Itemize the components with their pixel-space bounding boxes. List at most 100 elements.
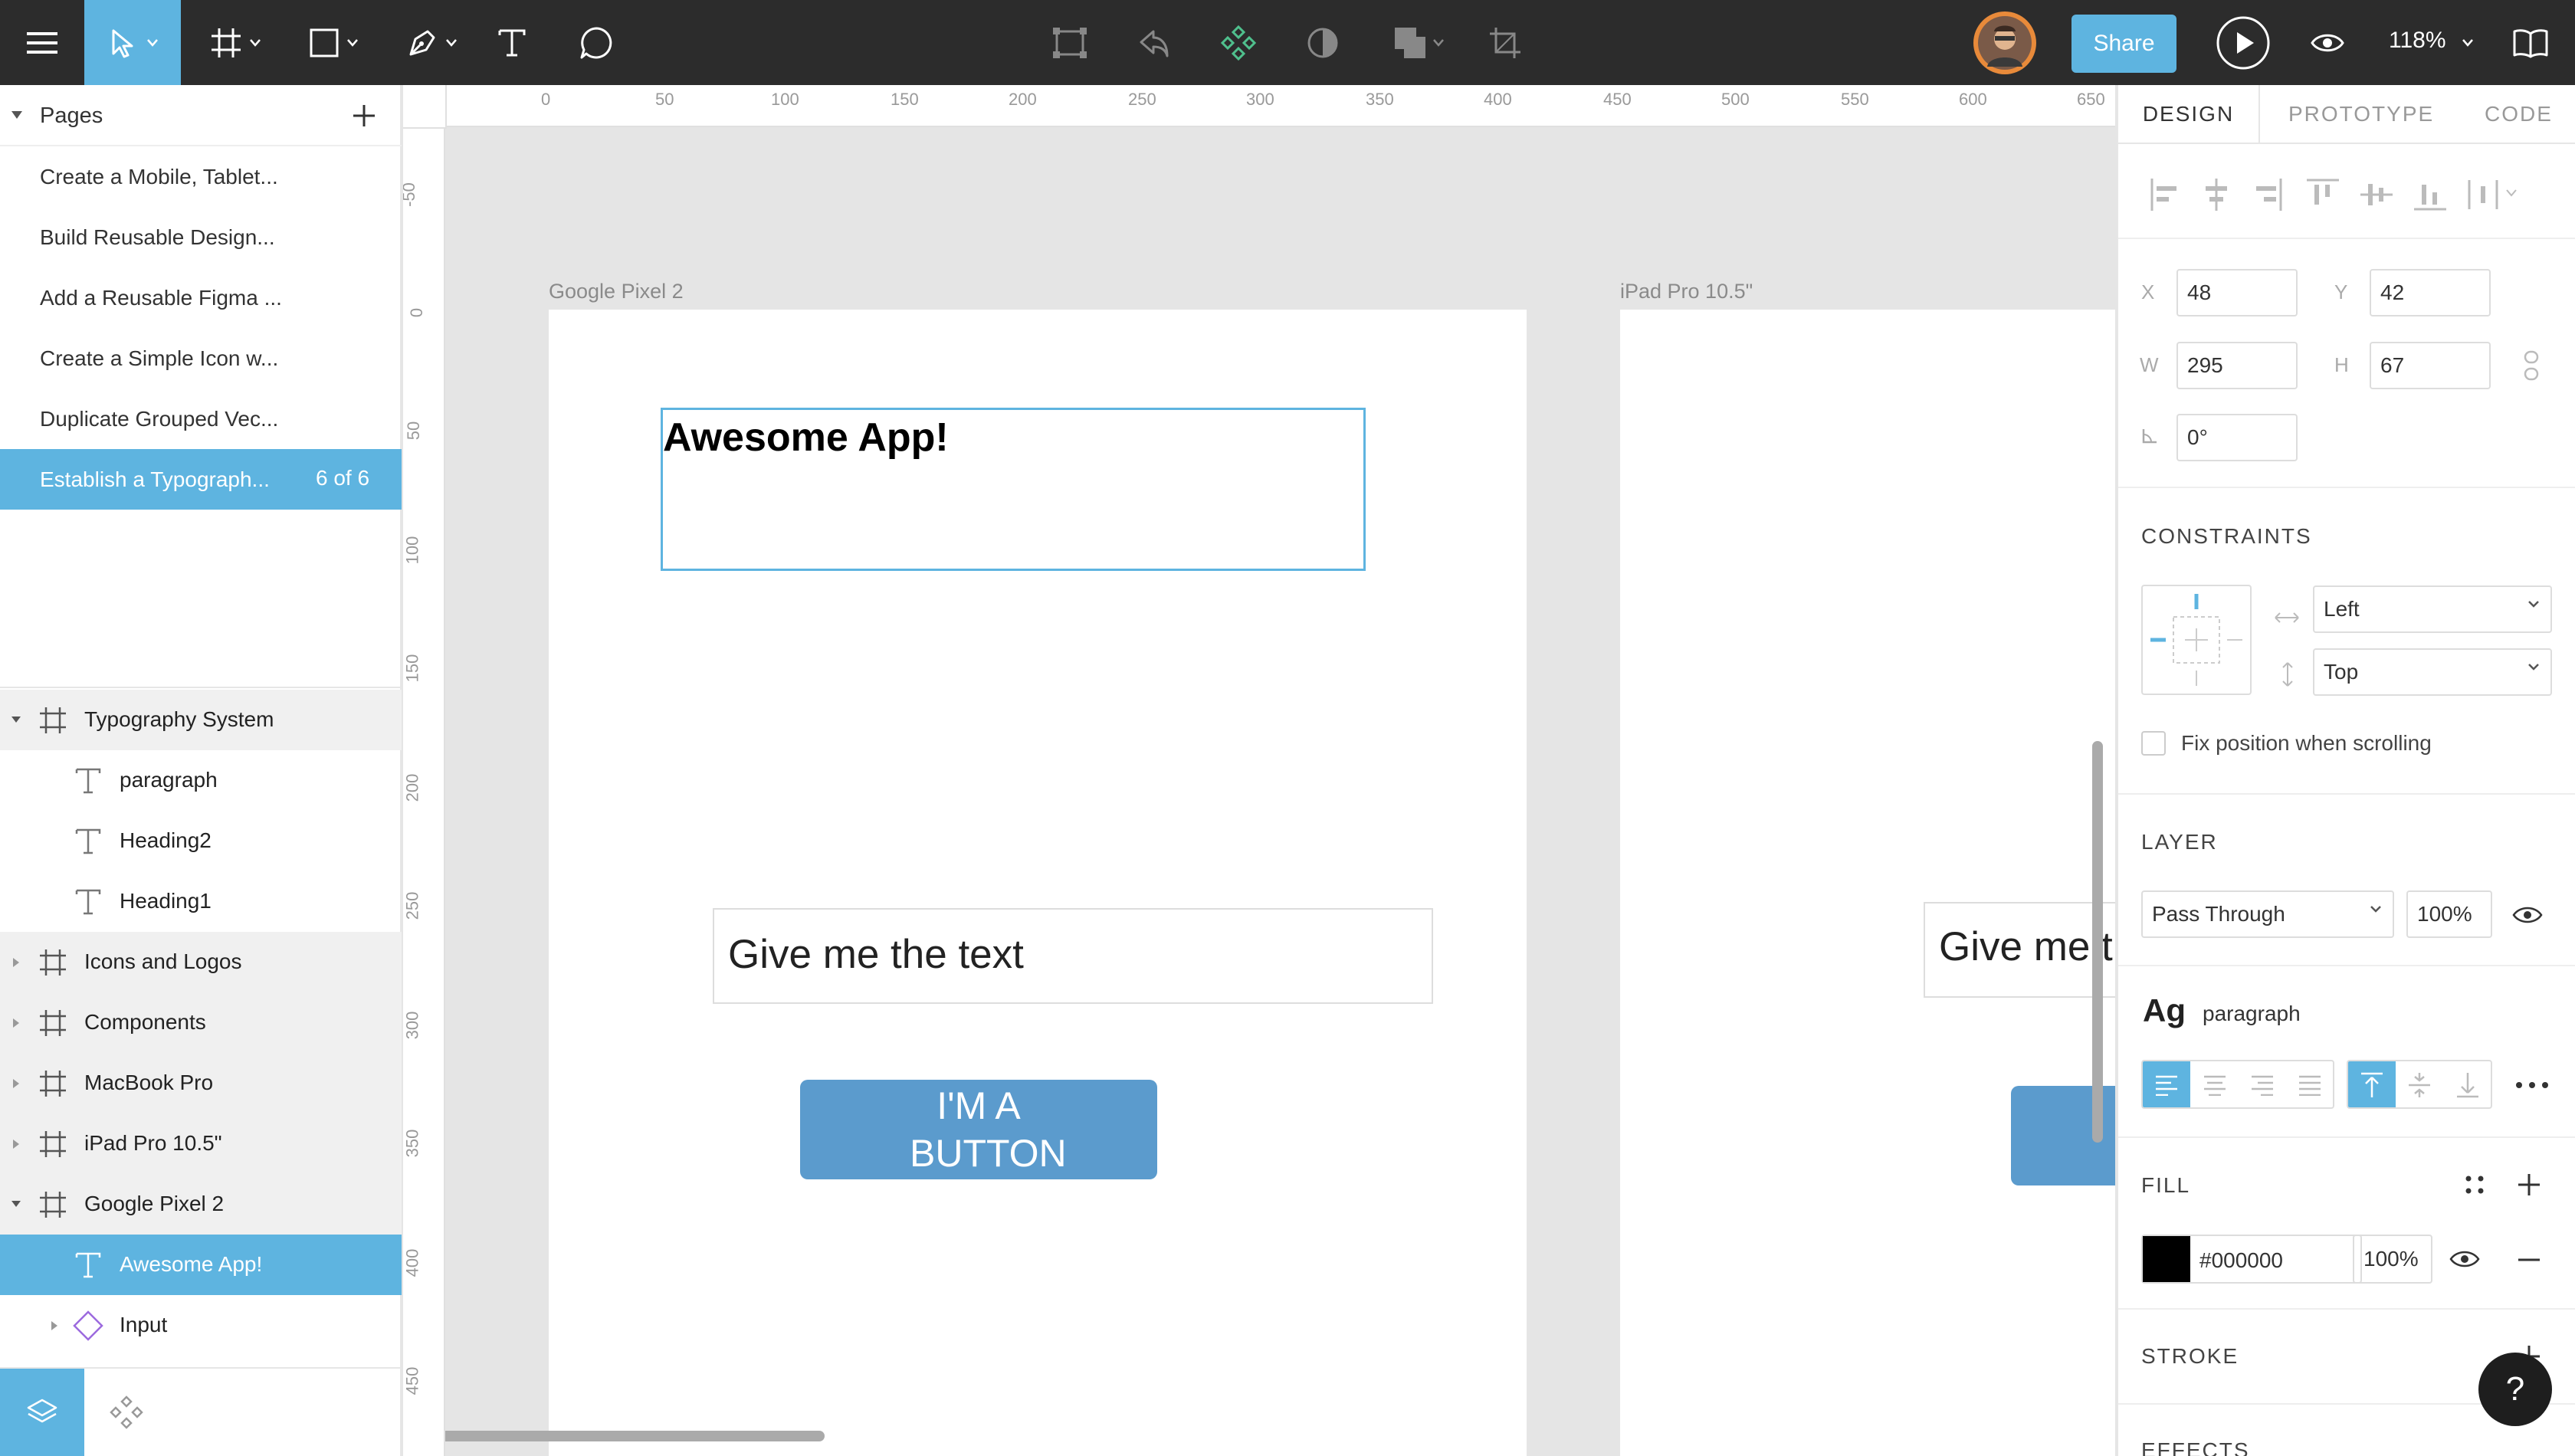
pages-header[interactable]: Pages bbox=[0, 85, 402, 146]
text-style-sample[interactable]: Ag bbox=[2143, 992, 2186, 1029]
frame-tool-button[interactable] bbox=[201, 0, 270, 85]
fill-swatch[interactable] bbox=[2143, 1236, 2190, 1282]
fill-opacity-input[interactable]: 100% bbox=[2353, 1235, 2432, 1284]
page-item[interactable]: Create a Simple Icon w... bbox=[0, 328, 402, 389]
fix-position-checkbox[interactable] bbox=[2141, 731, 2166, 756]
constrain-proportions-icon[interactable] bbox=[2523, 350, 2540, 381]
user-avatar[interactable] bbox=[1970, 0, 2040, 85]
align-horizontal-center-icon[interactable] bbox=[2201, 177, 2232, 212]
view-settings-button[interactable] bbox=[2299, 0, 2356, 85]
align-text-middle-icon[interactable] bbox=[2407, 1071, 2432, 1099]
layer-icons-and-logos[interactable]: Icons and Logos bbox=[0, 932, 402, 992]
frame-label-ipad-pro[interactable]: iPad Pro 10.5" bbox=[1620, 280, 1753, 303]
page-item[interactable]: Duplicate Grouped Vec... bbox=[0, 389, 402, 449]
horizontal-scrollbar[interactable] bbox=[414, 1431, 825, 1441]
align-text-bottom-icon[interactable] bbox=[2455, 1071, 2480, 1099]
layer-opacity-input[interactable]: 100% bbox=[2406, 890, 2492, 938]
page-item[interactable]: Add a Reusable Figma ... bbox=[0, 267, 402, 328]
layer-macbook-pro[interactable]: MacBook Pro bbox=[0, 1053, 402, 1113]
tab-prototype[interactable]: PROTOTYPE bbox=[2288, 85, 2434, 143]
layer-input[interactable]: Input bbox=[0, 1295, 402, 1356]
detach-button[interactable] bbox=[1123, 0, 1185, 85]
pen-tool-button[interactable] bbox=[397, 0, 466, 85]
selection-box[interactable]: Awesome App! bbox=[661, 408, 1366, 571]
add-fill-icon[interactable] bbox=[2517, 1172, 2541, 1197]
button-text: I'M A BUTTON bbox=[910, 1084, 1067, 1175]
fill-hex[interactable]: #000000 bbox=[2199, 1248, 2283, 1273]
zoom-dropdown[interactable]: 118% bbox=[2389, 28, 2474, 54]
text-layer-icon bbox=[75, 1252, 101, 1278]
constraint-widget[interactable] bbox=[2141, 585, 2252, 695]
move-tool-button[interactable] bbox=[84, 0, 181, 85]
button-component[interactable]: I'M A BUTTON bbox=[800, 1080, 1157, 1179]
vertical-scrollbar[interactable] bbox=[2092, 741, 2103, 1143]
divider bbox=[2118, 487, 2575, 488]
align-top-icon[interactable] bbox=[2305, 177, 2340, 212]
mask-button[interactable] bbox=[1292, 0, 1353, 85]
input-component-ipad[interactable]: Give me t bbox=[1924, 902, 2115, 998]
add-page-icon[interactable] bbox=[352, 103, 376, 128]
boolean-button[interactable] bbox=[1384, 0, 1453, 85]
rotation-input[interactable]: 0° bbox=[2176, 414, 2298, 461]
y-input[interactable]: 42 bbox=[2370, 269, 2491, 316]
align-vertical-center-icon[interactable] bbox=[2359, 177, 2394, 212]
page-item[interactable]: Create a Mobile, Tablet... bbox=[0, 146, 402, 207]
layer-ipad-pro[interactable]: iPad Pro 10.5" bbox=[0, 1113, 402, 1174]
text-style-name[interactable]: paragraph bbox=[2203, 1002, 2301, 1026]
x-input[interactable]: 48 bbox=[2176, 269, 2298, 316]
input-component[interactable]: Give me the text bbox=[713, 908, 1433, 1004]
text-align-left-button[interactable] bbox=[2143, 1061, 2190, 1107]
main-menu-icon[interactable] bbox=[0, 0, 84, 85]
frame-icon bbox=[40, 1131, 66, 1157]
layer-typography-system[interactable]: Typography System bbox=[0, 690, 402, 750]
artboard-ipad-pro[interactable] bbox=[1620, 310, 2115, 1456]
text-align-right-icon[interactable] bbox=[2250, 1074, 2275, 1096]
page-item-active[interactable]: Establish a Typograph... 6 of 6 bbox=[0, 449, 402, 510]
layer-heading2[interactable]: Heading2 bbox=[0, 811, 402, 871]
fill-color-field[interactable]: #000000 bbox=[2141, 1235, 2362, 1284]
frame-label-google-pixel-2[interactable]: Google Pixel 2 bbox=[549, 280, 684, 303]
eye-icon[interactable] bbox=[2512, 904, 2543, 926]
ruler-tick: 50 bbox=[655, 90, 674, 109]
canvas[interactable]: Google Pixel 2 iPad Pro 10.5" Awesome Ap… bbox=[403, 85, 2115, 1456]
create-component-button[interactable] bbox=[1208, 0, 1269, 85]
crop-button[interactable] bbox=[1474, 0, 1536, 85]
blend-mode-select[interactable]: Pass Through bbox=[2141, 890, 2394, 938]
align-left-icon[interactable] bbox=[2149, 177, 2180, 212]
layer-google-pixel-2[interactable]: Google Pixel 2 bbox=[0, 1174, 402, 1235]
eye-icon[interactable] bbox=[2449, 1248, 2480, 1270]
style-grid-icon[interactable] bbox=[2465, 1175, 2485, 1195]
text-align-center-icon[interactable] bbox=[2203, 1074, 2227, 1096]
heading-text[interactable]: Awesome App! bbox=[663, 415, 949, 461]
component-edit-button[interactable] bbox=[1039, 0, 1101, 85]
layer-components[interactable]: Components bbox=[0, 992, 402, 1053]
chevron-down-icon[interactable] bbox=[2506, 189, 2517, 197]
horizontal-constraint-select[interactable]: Left bbox=[2313, 585, 2552, 633]
text-align-justify-icon[interactable] bbox=[2298, 1074, 2322, 1096]
help-icon: ? bbox=[2505, 1370, 2525, 1408]
tab-code[interactable]: CODE bbox=[2485, 85, 2553, 143]
page-item[interactable]: Build Reusable Design... bbox=[0, 207, 402, 267]
text-tool-button[interactable] bbox=[481, 0, 543, 85]
library-button[interactable] bbox=[2500, 0, 2561, 85]
shape-tool-button[interactable] bbox=[299, 0, 368, 85]
tab-design[interactable]: DESIGN bbox=[2118, 85, 2260, 143]
align-right-icon[interactable] bbox=[2253, 177, 2284, 212]
layer-awesome-app[interactable]: Awesome App! bbox=[0, 1235, 402, 1295]
remove-fill-icon[interactable] bbox=[2517, 1258, 2541, 1262]
layer-heading1[interactable]: Heading1 bbox=[0, 871, 402, 932]
more-options-icon[interactable] bbox=[2515, 1081, 2549, 1089]
share-button[interactable]: Share bbox=[2071, 15, 2176, 73]
vertical-constraint-select[interactable]: Top bbox=[2313, 648, 2552, 696]
align-bottom-icon[interactable] bbox=[2413, 177, 2448, 212]
layers-tab[interactable] bbox=[0, 1369, 84, 1456]
width-input[interactable]: 295 bbox=[2176, 342, 2298, 389]
height-input[interactable]: 67 bbox=[2370, 342, 2491, 389]
align-text-top-button[interactable] bbox=[2348, 1061, 2396, 1107]
comment-tool-button[interactable] bbox=[566, 0, 627, 85]
layer-paragraph[interactable]: paragraph bbox=[0, 750, 402, 811]
components-tab[interactable] bbox=[84, 1369, 169, 1456]
help-button[interactable]: ? bbox=[2478, 1353, 2552, 1426]
present-button[interactable] bbox=[2209, 0, 2278, 85]
distribute-icon[interactable] bbox=[2466, 177, 2501, 212]
